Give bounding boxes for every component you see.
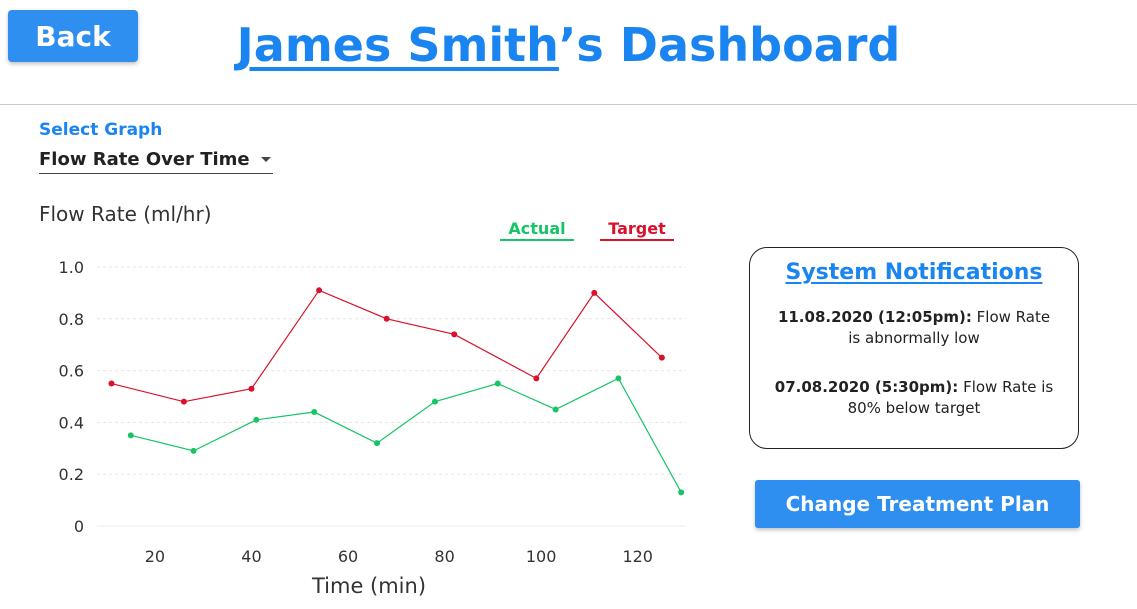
series-line-target (111, 289, 663, 403)
data-point-target (108, 380, 115, 387)
graph-select-dropdown[interactable]: Flow Rate Over Time (39, 145, 273, 174)
data-point-target (591, 289, 598, 296)
data-point-target (533, 375, 540, 382)
data-point-actual (190, 447, 197, 454)
notification-item: 07.08.2020 (5:30pm): Flow Rate is 80% be… (774, 377, 1054, 419)
x-axis-label: Time (min) (311, 574, 426, 598)
y-tick-label: 0.2 (59, 465, 84, 484)
legend-label-actual: Actual (508, 219, 565, 238)
y-tick-label: 1.0 (59, 258, 84, 277)
data-point-target (451, 331, 458, 338)
data-point-target (383, 315, 390, 322)
data-point-target (248, 385, 255, 392)
notification-item: 11.08.2020 (12:05pm): Flow Rate is abnor… (774, 307, 1054, 349)
notifications-title[interactable]: System Notifications (750, 260, 1078, 285)
data-point-actual (374, 440, 381, 447)
data-point-target (180, 398, 187, 405)
x-tick-label: 40 (241, 547, 261, 566)
flow-rate-chart: Flow Rate (ml/hr) 0 0.2 0.4 0.6 0.8 1.0 20 40 60 8… (39, 202, 686, 598)
data-point-actual (127, 432, 134, 439)
data-point-actual (678, 489, 685, 496)
header-divider (0, 104, 1137, 105)
x-tick-label: 100 (526, 547, 557, 566)
data-point-actual (494, 380, 501, 387)
data-point-actual (253, 416, 260, 423)
data-point-actual (552, 406, 559, 413)
notification-date: 07.08.2020 (5:30pm): (774, 378, 959, 396)
y-tick-label: 0 (74, 517, 84, 536)
chart-title: Flow Rate (ml/hr) (39, 202, 212, 226)
system-notifications-panel: System Notifications 11.08.2020 (12:05pm… (749, 247, 1079, 449)
legend-label-target: Target (608, 219, 666, 238)
y-tick-label: 0.6 (59, 362, 84, 381)
x-tick-label: 20 (145, 547, 165, 566)
data-point-actual (615, 375, 622, 382)
data-point-target (316, 287, 323, 294)
change-treatment-plan-button[interactable]: Change Treatment Plan (755, 480, 1080, 528)
data-point-actual (311, 409, 318, 416)
notification-date: 11.08.2020 (12:05pm): (777, 308, 972, 326)
data-point-target (658, 354, 665, 361)
y-tick-label: 0.4 (59, 413, 84, 432)
data-point-actual (431, 398, 438, 405)
page-title: James Smith’s Dashboard (0, 18, 1137, 72)
page-title-suffix: ’s Dashboard (558, 18, 901, 72)
x-tick-label: 120 (622, 547, 653, 566)
graph-select-value: Flow Rate Over Time (39, 148, 250, 170)
x-tick-label: 80 (434, 547, 454, 566)
select-graph-label: Select Graph (39, 120, 163, 140)
patient-name-link[interactable]: James Smith (237, 18, 559, 72)
caret-down-icon (261, 156, 271, 162)
y-tick-label: 0.8 (59, 310, 84, 329)
x-tick-label: 60 (338, 547, 358, 566)
